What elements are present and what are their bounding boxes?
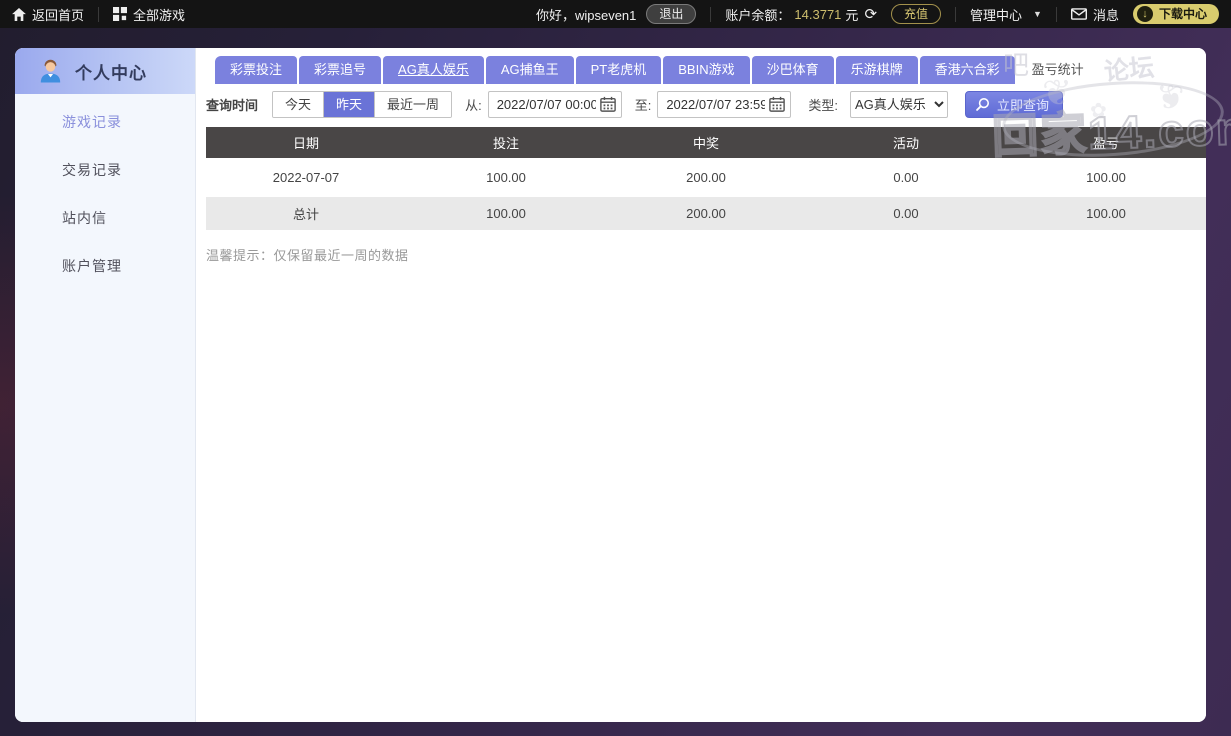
tab-saba-sports[interactable]: 沙巴体育 [752, 56, 834, 84]
download-center-button[interactable]: ↓ 下载中心 [1133, 4, 1219, 24]
admin-center-label: 管理中心 [970, 5, 1022, 24]
cell-profit: 100.00 [1006, 170, 1206, 185]
cell-total-bet: 100.00 [406, 206, 606, 221]
messages-label: 消息 [1093, 5, 1119, 24]
to-date-box [657, 91, 791, 118]
separator [98, 7, 99, 22]
cell-activity: 0.00 [806, 170, 1006, 185]
quick-range-group: 今天 昨天 最近一周 [272, 91, 452, 118]
mail-icon [1071, 8, 1087, 20]
table-header-row: 日期 投注 中奖 活动 盈亏 [206, 127, 1206, 158]
grid-icon [113, 7, 127, 21]
col-header-profit: 盈亏 [1006, 133, 1206, 152]
retention-note: 温馨提示：仅保留最近一周的数据 [206, 245, 1206, 264]
avatar [37, 58, 64, 85]
col-header-date: 日期 [206, 133, 406, 152]
cell-total-profit: 100.00 [1006, 206, 1206, 221]
refresh-icon[interactable]: ⟳ [864, 5, 877, 23]
from-label: 从: [465, 95, 482, 114]
sidebar-item-site-messages[interactable]: 站内信 [15, 194, 195, 242]
cell-bet: 100.00 [406, 170, 606, 185]
balance-unit: 元 [845, 5, 858, 24]
tab-profit-stats[interactable]: 盈亏统计 [1017, 56, 1099, 84]
tab-ag-live[interactable]: AG真人娱乐 [383, 56, 484, 84]
tab-ag-fishing[interactable]: AG捕鱼王 [486, 56, 574, 84]
page-root: 返回首页 全部游戏 你好，wipseven1 退出 账户余额： 14.3771 … [0, 0, 1231, 736]
quick-yesterday-button[interactable]: 昨天 [323, 92, 374, 117]
messages-link[interactable]: 消息 [1071, 5, 1119, 24]
tab-hk-mark6[interactable]: 香港六合彩 [920, 56, 1015, 84]
greeting-text: 你好，wipseven1 [536, 5, 636, 24]
quick-today-button[interactable]: 今天 [273, 92, 323, 117]
separator [955, 7, 956, 22]
home-label: 返回首页 [32, 5, 84, 24]
tab-lottery-bet[interactable]: 彩票投注 [215, 56, 297, 84]
separator [710, 7, 711, 22]
tab-lottery-chase[interactable]: 彩票追号 [299, 56, 381, 84]
col-header-activity: 活动 [806, 133, 1006, 152]
download-center-label: 下载中心 [1159, 6, 1207, 22]
chevron-down-icon: ▼ [1033, 9, 1042, 19]
download-icon: ↓ [1137, 6, 1153, 22]
from-date-box [488, 91, 622, 118]
sidebar-item-account-management[interactable]: 账户管理 [15, 242, 195, 290]
main-content: 彩票投注 彩票追号 AG真人娱乐 AG捕鱼王 PT老虎机 BBIN游戏 沙巴体育… [196, 48, 1206, 722]
cell-total-activity: 0.00 [806, 206, 1006, 221]
tab-pt-slots[interactable]: PT老虎机 [576, 56, 662, 84]
col-header-bet: 投注 [406, 133, 606, 152]
search-button-label: 立即查询 [997, 95, 1049, 114]
to-label: 至: [635, 95, 652, 114]
topbar: 返回首页 全部游戏 你好，wipseven1 退出 账户余额： 14.3771 … [0, 0, 1231, 28]
all-games-label: 全部游戏 [133, 5, 185, 24]
cell-win: 200.00 [606, 170, 806, 185]
separator [1056, 7, 1057, 22]
game-type-select[interactable]: AG真人娱乐 [850, 91, 948, 118]
col-header-win: 中奖 [606, 133, 806, 152]
search-button[interactable]: 立即查询 [965, 91, 1063, 118]
to-date-input[interactable] [666, 97, 765, 112]
type-label: 类型: [808, 95, 838, 114]
search-icon [975, 97, 990, 112]
cell-total-label: 总计 [206, 204, 406, 223]
calendar-icon[interactable] [769, 96, 785, 112]
logout-button[interactable]: 退出 [646, 4, 696, 24]
profit-table: 日期 投注 中奖 活动 盈亏 2022-07-07 100.00 200.00 … [206, 127, 1206, 230]
sidebar-header: 个人中心 [15, 48, 195, 94]
recharge-button[interactable]: 充值 [891, 4, 941, 24]
calendar-icon[interactable] [600, 96, 616, 112]
admin-center-menu[interactable]: 管理中心 ▼ [970, 5, 1042, 24]
sidebar-nav: 游戏记录 交易记录 站内信 账户管理 [15, 94, 195, 290]
sidebar-title: 个人中心 [75, 59, 147, 84]
cell-total-win: 200.00 [606, 206, 806, 221]
sidebar-item-transaction-records[interactable]: 交易记录 [15, 146, 195, 194]
home-icon [12, 8, 26, 21]
balance-value: 14.3771 [794, 7, 841, 22]
quick-last-week-button[interactable]: 最近一周 [374, 92, 451, 117]
sidebar: 个人中心 游戏记录 交易记录 站内信 账户管理 [15, 48, 196, 722]
content-panel: 个人中心 游戏记录 交易记录 站内信 账户管理 彩票投注 彩票追号 AG真人娱乐… [15, 48, 1206, 722]
query-time-label: 查询时间 [206, 95, 258, 114]
query-row: 查询时间 今天 昨天 最近一周 从: [206, 90, 1206, 118]
home-link[interactable]: 返回首页 [12, 5, 84, 24]
balance-label: 账户余额： [725, 5, 790, 24]
tab-bbin-games[interactable]: BBIN游戏 [663, 56, 749, 84]
tab-bar: 彩票投注 彩票追号 AG真人娱乐 AG捕鱼王 PT老虎机 BBIN游戏 沙巴体育… [215, 56, 1206, 84]
tab-leyou-chess[interactable]: 乐游棋牌 [836, 56, 918, 84]
table-row: 2022-07-07 100.00 200.00 0.00 100.00 [206, 158, 1206, 197]
from-date-input[interactable] [497, 97, 596, 112]
sidebar-item-game-records[interactable]: 游戏记录 [15, 98, 195, 146]
all-games-link[interactable]: 全部游戏 [113, 5, 185, 24]
table-total-row: 总计 100.00 200.00 0.00 100.00 [206, 197, 1206, 230]
cell-date: 2022-07-07 [206, 170, 406, 185]
